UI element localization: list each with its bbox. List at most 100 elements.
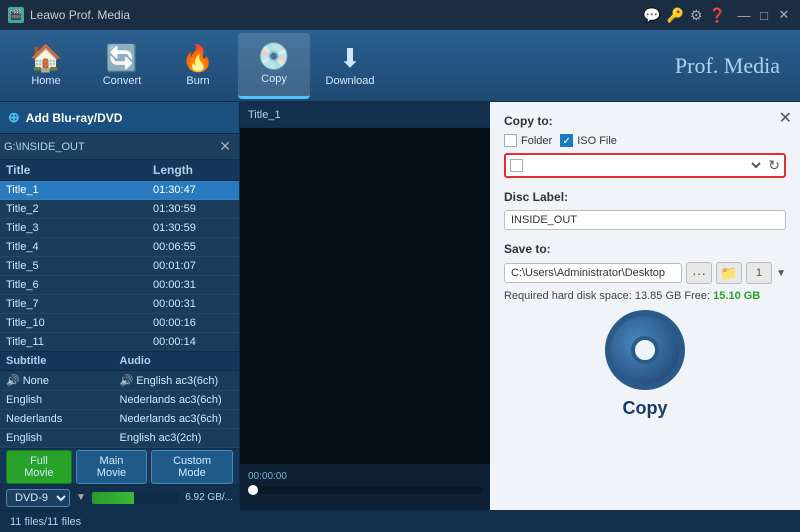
file-row[interactable]: Title_1 01:30:47 <box>0 181 239 200</box>
file-row[interactable]: Title_4 00:06:55 <box>0 238 239 257</box>
save-path-num-button[interactable]: 1 <box>746 262 772 284</box>
iso-option[interactable]: ISO File <box>560 134 617 147</box>
convert-icon: 🔄 <box>106 45 138 71</box>
close-button[interactable]: ✕ <box>776 7 792 23</box>
file-length: 01:30:59 <box>153 222 233 234</box>
folder-option[interactable]: Folder <box>504 134 552 147</box>
audio-value: 🔊English ac3(6ch) <box>120 374 234 387</box>
path-close-button[interactable]: ✕ <box>215 138 235 155</box>
save-path-select[interactable]: C:\Users\Administrator\Desktop <box>504 263 682 283</box>
file-row[interactable]: Title_3 01:30:59 <box>0 219 239 238</box>
refresh-icon[interactable]: ↻ <box>768 157 780 174</box>
subtitle-value: English <box>6 432 120 444</box>
dvd-bar: DVD-9 DVD-5 ▼ 6.92 GB/... <box>0 484 239 510</box>
file-path-text: G:\INSIDE_OUT <box>4 141 211 153</box>
video-title: Title_1 <box>248 109 281 121</box>
maximize-button[interactable]: □ <box>756 7 772 23</box>
file-title: Title_6 <box>6 279 153 291</box>
key-icon[interactable]: 🔑 <box>667 7 684 24</box>
toolbar-item-burn[interactable]: 🔥 Burn <box>162 33 234 99</box>
video-progress-thumb[interactable] <box>248 485 258 495</box>
right-panel: ✕ Copy to: Folder ISO File <box>490 102 800 510</box>
add-disc-icon: ⊕ <box>8 109 20 126</box>
save-to-row: C:\Users\Administrator\Desktop ··· 📁 1 ▼ <box>504 262 786 284</box>
toolbar-item-home[interactable]: 🏠 Home <box>10 33 82 99</box>
dvd-progress-fill <box>92 492 134 504</box>
status-text: 11 files/11 files <box>10 516 81 528</box>
iso-label: ISO File <box>577 135 617 147</box>
help-icon[interactable]: ❓ <box>709 7 726 24</box>
file-row[interactable]: Title_10 00:00:16 <box>0 314 239 333</box>
subtitle-audio-row[interactable]: English English ac3(2ch) <box>0 429 239 448</box>
disk-space-required-value: 13.85 GB <box>635 290 681 302</box>
iso-path-input[interactable] <box>527 160 740 172</box>
dvd-format-select[interactable]: DVD-9 DVD-5 <box>6 489 70 507</box>
file-title: Title_7 <box>6 298 153 310</box>
audio-header: Audio <box>120 355 234 367</box>
toolbar-items: 🏠 Home 🔄 Convert 🔥 Burn 💿 Copy ⬇ Downloa… <box>10 33 386 99</box>
copy-to-section: Copy to: Folder ISO File <box>504 114 786 178</box>
subtitle-audio-row[interactable]: Nederlands Nederlands ac3(6ch) <box>0 410 239 429</box>
burn-label: Burn <box>186 75 209 87</box>
download-label: Download <box>326 75 375 87</box>
home-label: Home <box>31 75 60 87</box>
video-progress-bar[interactable] <box>248 486 482 494</box>
save-path-browse-button[interactable]: ··· <box>686 262 712 284</box>
subtitle-value: Nederlands <box>6 413 120 425</box>
iso-checkbox[interactable] <box>560 134 573 147</box>
disc-label-input[interactable] <box>504 210 786 230</box>
audio-value: Nederlands ac3(6ch) <box>120 394 234 406</box>
app-icon: 🎬 <box>8 7 24 23</box>
disk-space-free-label: Free: <box>684 290 710 302</box>
file-row[interactable]: Title_5 00:01:07 <box>0 257 239 276</box>
full-movie-button[interactable]: Full Movie <box>6 450 72 484</box>
copy-disc-icon[interactable] <box>605 310 685 390</box>
center-panel: Title_1 00:00:00 <box>240 102 490 510</box>
video-title-bar: Title_1 <box>240 102 490 128</box>
file-row[interactable]: Title_7 00:00:31 <box>0 295 239 314</box>
subtitle-audio-row[interactable]: English Nederlands ac3(6ch) <box>0 391 239 410</box>
iso-path-checkbox[interactable] <box>510 159 523 172</box>
status-bar: 11 files/11 files <box>0 510 800 532</box>
audio-value: Nederlands ac3(6ch) <box>120 413 234 425</box>
convert-label: Convert <box>103 75 142 87</box>
right-panel-close-button[interactable]: ✕ <box>779 108 792 128</box>
folder-checkbox[interactable] <box>504 134 517 147</box>
file-title: Title_2 <box>6 203 153 215</box>
iso-path-row: ↻ <box>504 153 786 178</box>
toolbar-item-convert[interactable]: 🔄 Convert <box>86 33 158 99</box>
file-row[interactable]: Title_2 01:30:59 <box>0 200 239 219</box>
iso-path-dropdown[interactable] <box>744 159 764 172</box>
subtitle-value: English <box>6 394 120 406</box>
mode-buttons-bar: Full Movie Main Movie Custom Mode <box>0 448 239 484</box>
minimize-button[interactable]: — <box>736 7 752 23</box>
disc-label-label: Disc Label: <box>504 190 786 204</box>
subtitle-audio-row[interactable]: 🔊None 🔊English ac3(6ch) <box>0 371 239 391</box>
file-row[interactable]: Title_11 00:00:14 <box>0 333 239 351</box>
file-title: Title_11 <box>6 336 153 348</box>
file-title: Title_3 <box>6 222 153 234</box>
file-table: Title_1 01:30:47 Title_2 01:30:59 Title_… <box>0 181 239 351</box>
dvd-progress-bar <box>92 492 179 504</box>
file-title: Title_4 <box>6 241 153 253</box>
custom-mode-button[interactable]: Custom Mode <box>151 450 233 484</box>
file-length: 00:06:55 <box>153 241 233 253</box>
toolbar-item-copy[interactable]: 💿 Copy <box>238 33 310 99</box>
save-path-open-button[interactable]: 📁 <box>716 262 742 284</box>
brand-text: Prof. Media <box>675 53 790 79</box>
left-panel-title: Add Blu-ray/DVD <box>26 111 123 125</box>
left-panel: ⊕ Add Blu-ray/DVD G:\INSIDE_OUT ✕ Title … <box>0 102 240 510</box>
copy-button-label[interactable]: Copy <box>623 398 668 419</box>
toolbar-item-download[interactable]: ⬇ Download <box>314 33 386 99</box>
copy-to-label: Copy to: <box>504 114 786 128</box>
file-row[interactable]: Title_6 00:00:31 <box>0 276 239 295</box>
left-panel-header: ⊕ Add Blu-ray/DVD <box>0 102 239 134</box>
video-area <box>240 128 490 464</box>
chat-icon[interactable]: 💬 <box>643 7 660 24</box>
save-to-section: Save to: C:\Users\Administrator\Desktop … <box>504 242 786 302</box>
title-bar: 🎬 Leawo Prof. Media 💬 🔑 ⚙ ❓ — □ ✕ <box>0 0 800 30</box>
gear-icon[interactable]: ⚙ <box>690 7 703 24</box>
disk-space-free-value: 15.10 GB <box>713 290 760 302</box>
main-movie-button[interactable]: Main Movie <box>76 450 147 484</box>
right-panel-content: Copy to: Folder ISO File <box>490 102 800 510</box>
